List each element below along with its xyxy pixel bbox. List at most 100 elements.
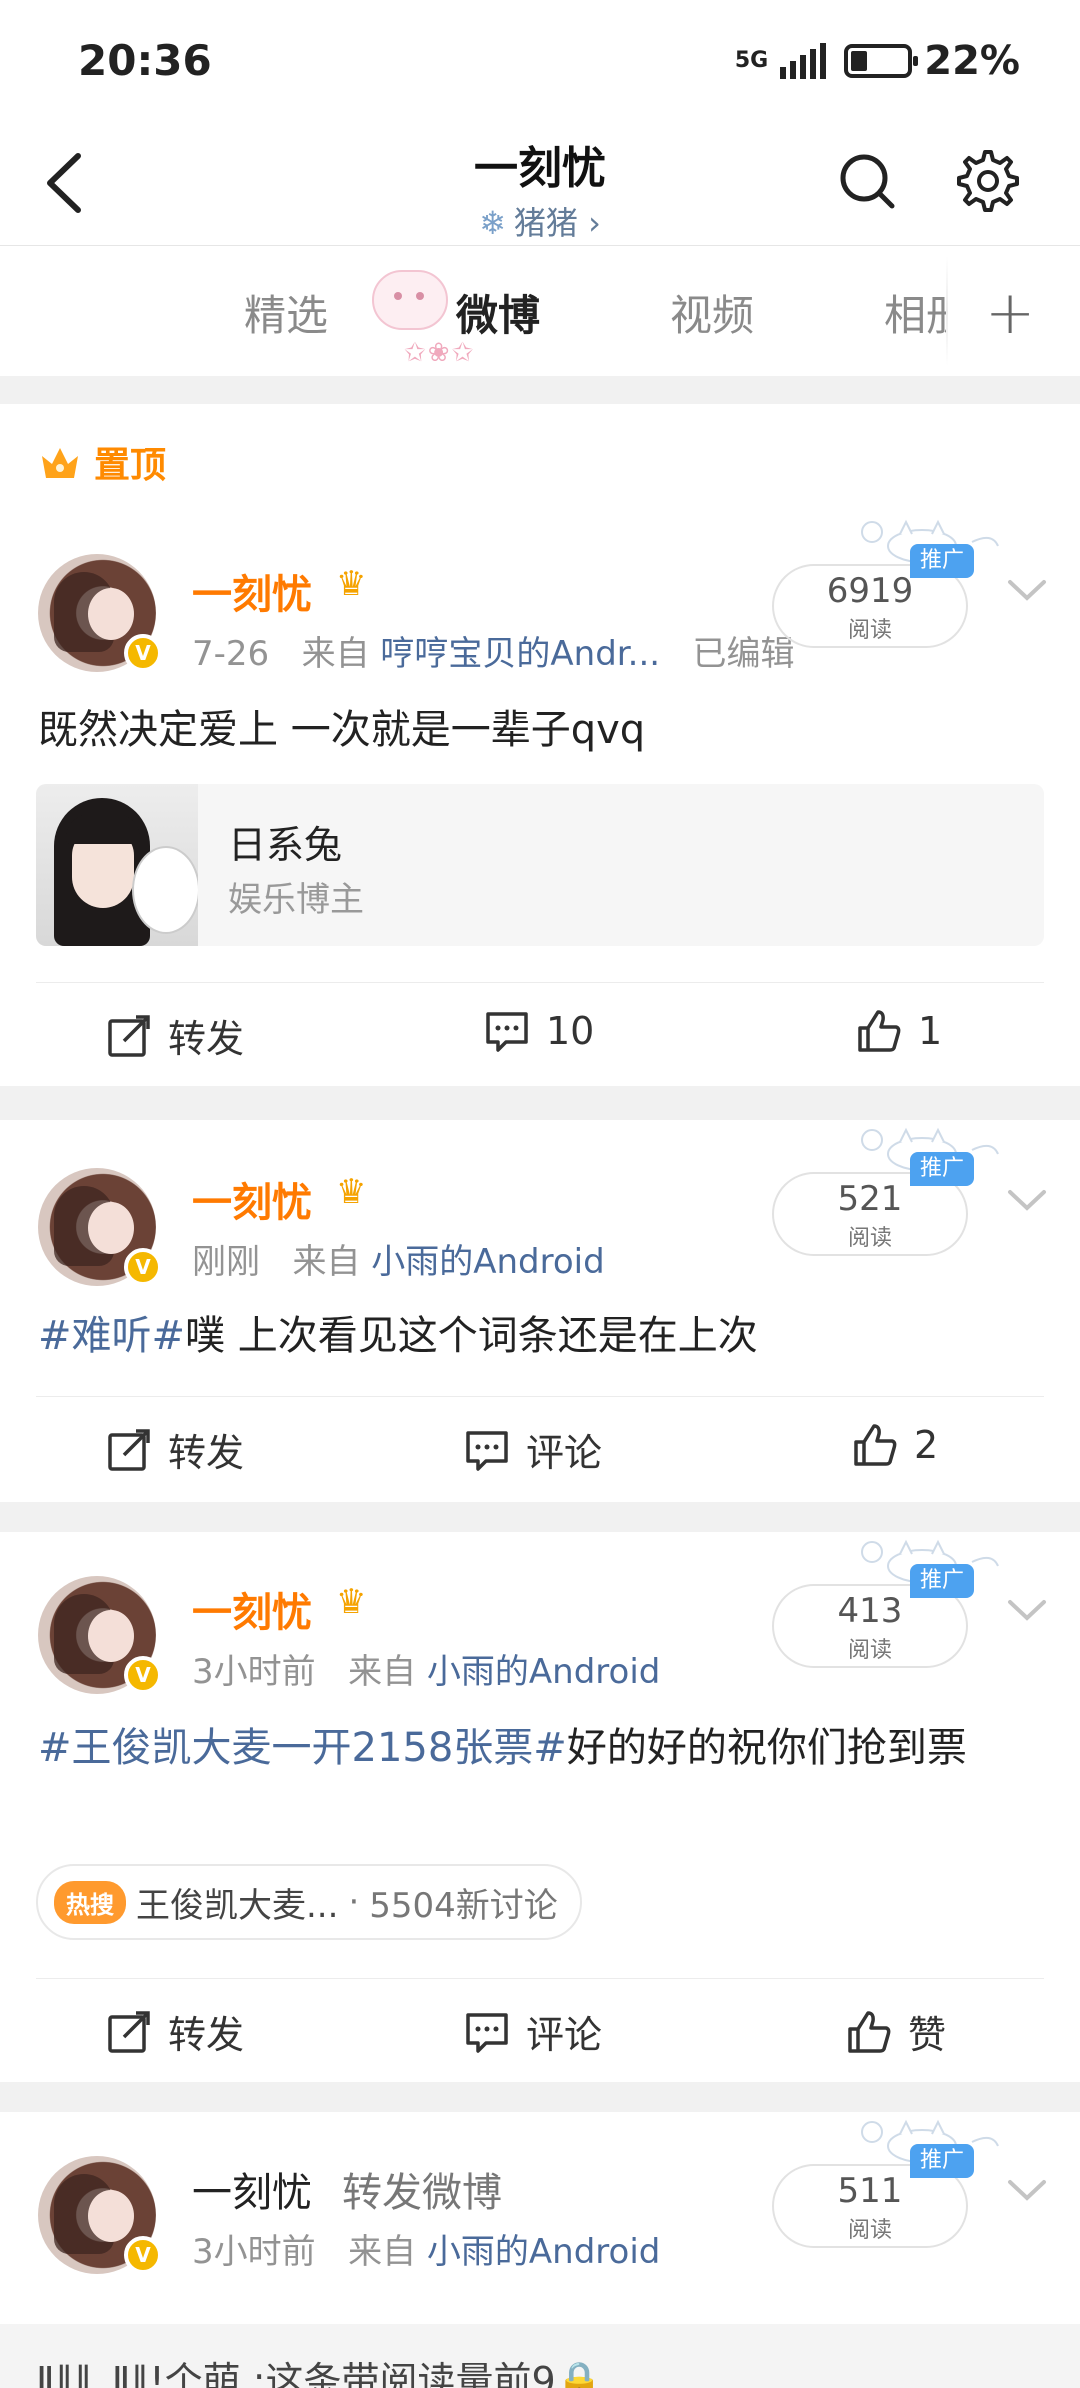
like-button[interactable]: 赞 [846, 2004, 946, 2059]
profile-card[interactable]: 日系兔 娱乐博主 [36, 784, 1044, 946]
repost-label: 转发 [168, 1017, 245, 1061]
post-body: 好的好的祝你们抢到票 [566, 1725, 967, 1771]
promote-badge[interactable]: 推广 [910, 544, 974, 578]
like-button[interactable]: 1 [856, 1008, 942, 1054]
post-source[interactable]: 哼哼宝贝的Andr... [380, 634, 660, 674]
post-date: 刚刚 [192, 1242, 260, 1282]
post-date: 7-26 [192, 634, 270, 674]
tab-bar: 精选 ✩❀✩ 微博 视频 相册 + [0, 246, 1080, 376]
profile-card-thumbnail [36, 784, 198, 946]
profile-card-name: 日系兔 [228, 823, 343, 867]
repost-icon [108, 1428, 150, 1471]
group-link[interactable]: ❄ 猪猪 › [0, 198, 1080, 244]
from-label: 来自 [348, 1652, 417, 1692]
repost-tag: 转发微博 [342, 2170, 502, 2216]
title-block: 一刻忧 ❄ 猪猪 › [0, 132, 1080, 244]
repost-button[interactable]: 转发 [106, 1422, 244, 1477]
crown-icon: ♛ [336, 1582, 367, 1622]
post-card[interactable]: V 一刻忧 ♛ 3小时前 来自 小雨的Android 413 阅读 推广 #王俊… [0, 1532, 1080, 2082]
post-meta: 3小时前 来自 小雨的Android [192, 2224, 660, 2273]
read-count-pill[interactable]: 413 阅读 推广 [772, 1564, 974, 1668]
read-count-pill[interactable]: 511 阅读 推广 [772, 2144, 974, 2248]
post-meta: 7-26 来自 哼哼宝贝的Andr... 已编辑 [192, 626, 795, 675]
like-icon [848, 2010, 891, 2053]
tab-divider [946, 256, 948, 366]
repost-icon [108, 2010, 150, 2053]
snowflake-icon: ❄ [479, 204, 506, 242]
crown-icon [42, 448, 78, 478]
username[interactable]: 一刻忧 [192, 1170, 312, 1228]
from-label: 来自 [348, 2232, 417, 2272]
hot-search-pill[interactable]: 热搜 王俊凯大麦... · 5504新讨论 [36, 1864, 582, 1940]
username[interactable]: 一刻忧 [192, 1580, 312, 1638]
repost-button[interactable]: 转发 [106, 1008, 244, 1063]
search-icon[interactable] [832, 146, 902, 216]
post-date: 3小时前 [192, 1652, 316, 1692]
battery-icon [844, 44, 919, 78]
promote-badge[interactable]: 推广 [910, 1564, 974, 1598]
post-meta: 3小时前 来自 小雨的Android [192, 1644, 660, 1693]
tab-album[interactable]: 相册 [884, 282, 946, 343]
comment-button[interactable]: 评论 [464, 2004, 602, 2059]
avatar[interactable]: V [38, 554, 162, 672]
tab-video[interactable]: 视频 [670, 282, 754, 343]
like-count: 1 [918, 1009, 943, 1053]
verified-icon: V [124, 1656, 162, 1694]
tab-featured[interactable]: 精选 [244, 282, 328, 343]
post-card[interactable]: 置顶 V 一刻忧 ♛ 7-26 来自 哼哼宝贝的Andr... 已编辑 6919… [0, 404, 1080, 1086]
comment-button[interactable]: 评论 [464, 1422, 602, 1477]
read-label: 阅读 [847, 618, 892, 643]
gear-icon[interactable] [950, 146, 1020, 216]
comment-icon [486, 1012, 528, 1052]
hot-search-count: 5504新讨论 [369, 1885, 558, 1926]
chevron-down-icon[interactable] [1006, 576, 1048, 606]
read-count-pill[interactable]: 521 阅读 推广 [772, 1152, 974, 1256]
comment-button[interactable]: 10 [484, 1008, 594, 1054]
status-icons: 5G 22% [735, 38, 1020, 84]
hashtag-link[interactable]: #难听# [38, 1313, 185, 1359]
post-card[interactable]: V 一刻忧 转发微博 3小时前 来自 小雨的Android 511 阅读 推广 [0, 2112, 1080, 2388]
group-name: 猪猪 [513, 204, 578, 242]
read-label: 阅读 [847, 1226, 892, 1251]
pinned-row: 置顶 [38, 436, 166, 488]
avatar[interactable]: V [38, 2156, 162, 2274]
crown-icon: ♛ [336, 1172, 367, 1212]
tab-weibo[interactable]: 微博 [456, 282, 540, 343]
plus-icon[interactable]: + [985, 278, 1035, 348]
status-time: 20:36 [78, 36, 212, 85]
post-source[interactable]: 小雨的Android [427, 1652, 660, 1692]
read-count: 511 [837, 2171, 903, 2211]
comment-icon [466, 1430, 508, 1471]
read-count: 6919 [826, 571, 914, 611]
like-button[interactable]: 2 [852, 1422, 938, 1468]
promote-badge[interactable]: 推广 [910, 1152, 974, 1186]
repost-button[interactable]: 转发 [106, 2004, 244, 2059]
avatar[interactable]: V [38, 1168, 162, 1286]
username[interactable]: 一刻忧 [192, 2160, 312, 2218]
chevron-down-icon[interactable] [1006, 2176, 1048, 2206]
hot-search-topic: 王俊凯大麦... [136, 1885, 339, 1926]
post-card[interactable]: V 一刻忧 ♛ 刚刚 来自 小雨的Android 521 阅读 推广 #难听#噗… [0, 1120, 1080, 1502]
promote-badge[interactable]: 推广 [910, 2144, 974, 2178]
from-label: 来自 [292, 1242, 361, 1282]
hot-search-dot: · [348, 1882, 360, 1922]
chevron-down-icon[interactable] [1006, 1596, 1048, 1626]
read-label: 阅读 [847, 2218, 892, 2243]
profile-card-subtitle: 娱乐博主 [228, 880, 364, 920]
repost-preview-text: Ⅱ∥∥_Ⅱ∥!个萌 :这条带阅读量前9🔒 [36, 2359, 604, 2388]
repost-label: 转发 [168, 1431, 245, 1475]
username[interactable]: 一刻忧 [192, 562, 312, 620]
from-label: 来自 [301, 634, 370, 674]
read-count: 413 [837, 1591, 903, 1631]
read-count-pill[interactable]: 6919 阅读 推广 [772, 544, 974, 648]
network-type: 5G [734, 48, 769, 73]
hashtag-link[interactable]: #王俊凯大麦一开2158张票# [38, 1725, 567, 1771]
post-source[interactable]: 小雨的Android [427, 2232, 660, 2272]
post-source[interactable]: 小雨的Android [371, 1242, 604, 1282]
battery-percent: 22% [924, 38, 1020, 84]
comment-label: 评论 [526, 1431, 603, 1475]
like-label: 赞 [908, 2013, 947, 2057]
action-bar: 转发 10 1 [0, 982, 1080, 1082]
avatar[interactable]: V [38, 1576, 162, 1694]
chevron-down-icon[interactable] [1006, 1186, 1048, 1216]
